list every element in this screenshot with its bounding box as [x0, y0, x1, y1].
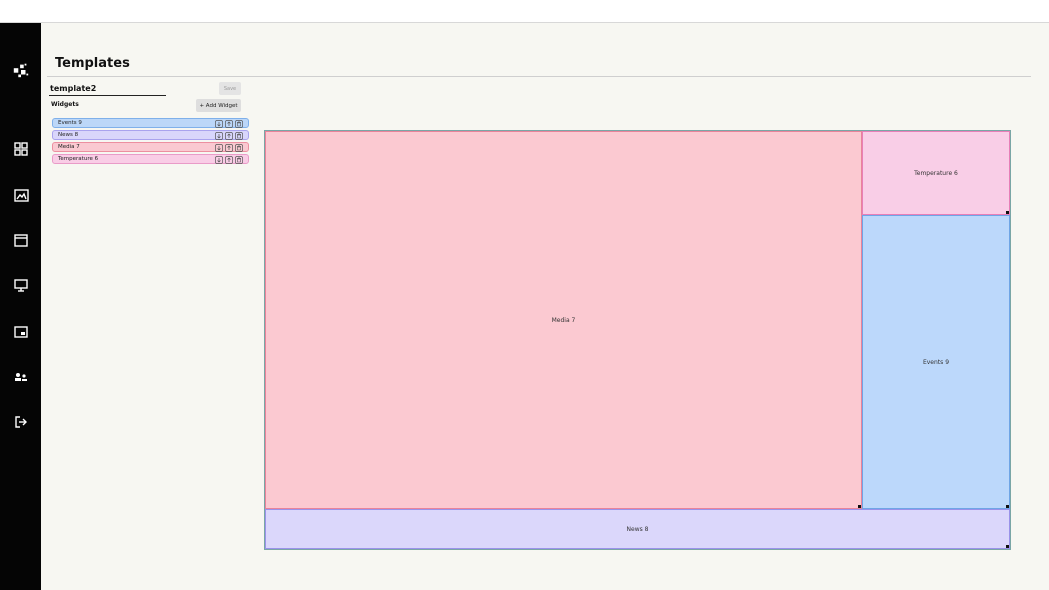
- widget-item-label: Temperature 6: [58, 156, 99, 162]
- region-label: News 8: [626, 525, 649, 533]
- region-events[interactable]: Events 9: [862, 215, 1010, 509]
- template-name-input[interactable]: [49, 82, 166, 96]
- move-up-icon[interactable]: [225, 156, 233, 164]
- region-label: Temperature 6: [914, 169, 958, 177]
- sidebar: [0, 23, 41, 590]
- layout-canvas: Media 7 Temperature 6 Events 9 News 8: [264, 130, 1011, 550]
- move-down-icon[interactable]: [215, 120, 223, 128]
- region-label: Media 7: [551, 316, 576, 324]
- widget-list: Events 9 News 8 Media 7 Temperature 6: [52, 118, 249, 166]
- logo-icon[interactable]: [11, 60, 31, 80]
- images-icon[interactable]: [12, 186, 30, 204]
- widget-item-temperature[interactable]: Temperature 6: [52, 154, 249, 164]
- region-label: Events 9: [922, 358, 950, 366]
- move-down-icon[interactable]: [215, 132, 223, 140]
- widget-item-news[interactable]: News 8: [52, 130, 249, 140]
- move-up-icon[interactable]: [225, 132, 233, 140]
- save-button[interactable]: Save: [219, 82, 241, 95]
- calendar-icon[interactable]: [12, 231, 30, 249]
- region-temperature[interactable]: Temperature 6: [862, 131, 1010, 215]
- users-icon[interactable]: [12, 368, 30, 386]
- display-icon[interactable]: [12, 276, 30, 294]
- delete-icon[interactable]: [235, 120, 243, 128]
- delete-icon[interactable]: [235, 144, 243, 152]
- widget-item-label: Events 9: [58, 120, 82, 126]
- move-up-icon[interactable]: [225, 120, 233, 128]
- resize-handle[interactable]: [1006, 211, 1009, 214]
- widgets-section-label: Widgets: [51, 101, 79, 108]
- move-down-icon[interactable]: [215, 144, 223, 152]
- widget-icon[interactable]: [12, 323, 30, 341]
- app-window: Templates Save Widgets + Add Widget Even…: [0, 22, 1049, 590]
- move-up-icon[interactable]: [225, 144, 233, 152]
- move-down-icon[interactable]: [215, 156, 223, 164]
- widget-item-events[interactable]: Events 9: [52, 118, 249, 128]
- delete-icon[interactable]: [235, 156, 243, 164]
- resize-handle[interactable]: [1006, 505, 1009, 508]
- add-widget-button[interactable]: + Add Widget: [196, 99, 241, 112]
- widget-item-label: News 8: [58, 132, 79, 138]
- dashboard-icon[interactable]: [12, 140, 30, 158]
- widget-item-label: Media 7: [58, 144, 80, 150]
- region-media[interactable]: Media 7: [265, 131, 862, 509]
- resize-handle[interactable]: [1006, 545, 1009, 548]
- delete-icon[interactable]: [235, 132, 243, 140]
- widget-item-media[interactable]: Media 7: [52, 142, 249, 152]
- title-divider: [47, 76, 1031, 77]
- region-news[interactable]: News 8: [265, 509, 1010, 549]
- logout-icon[interactable]: [12, 413, 30, 431]
- page-title: Templates: [55, 56, 130, 71]
- resize-handle[interactable]: [858, 505, 861, 508]
